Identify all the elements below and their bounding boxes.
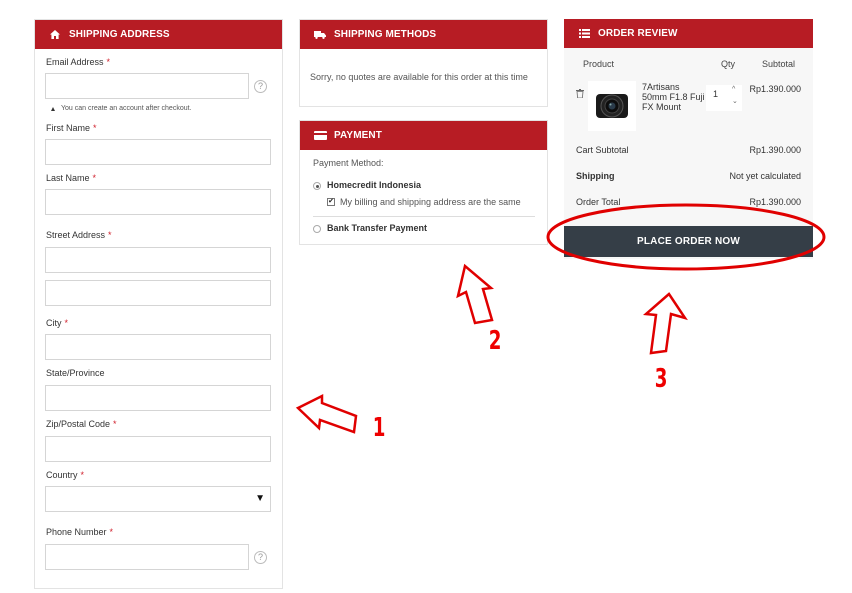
arrow-left-icon — [295, 393, 358, 434]
arrow-up-icon — [456, 263, 494, 325]
arrow-up-icon — [642, 292, 688, 355]
annotation-step-1: 1 — [372, 413, 386, 443]
annotation-overlay — [295, 203, 826, 434]
highlight-ellipse — [546, 203, 826, 271]
annotation-step-2: 2 — [488, 326, 502, 356]
annotation-step-3: 3 — [654, 364, 668, 394]
